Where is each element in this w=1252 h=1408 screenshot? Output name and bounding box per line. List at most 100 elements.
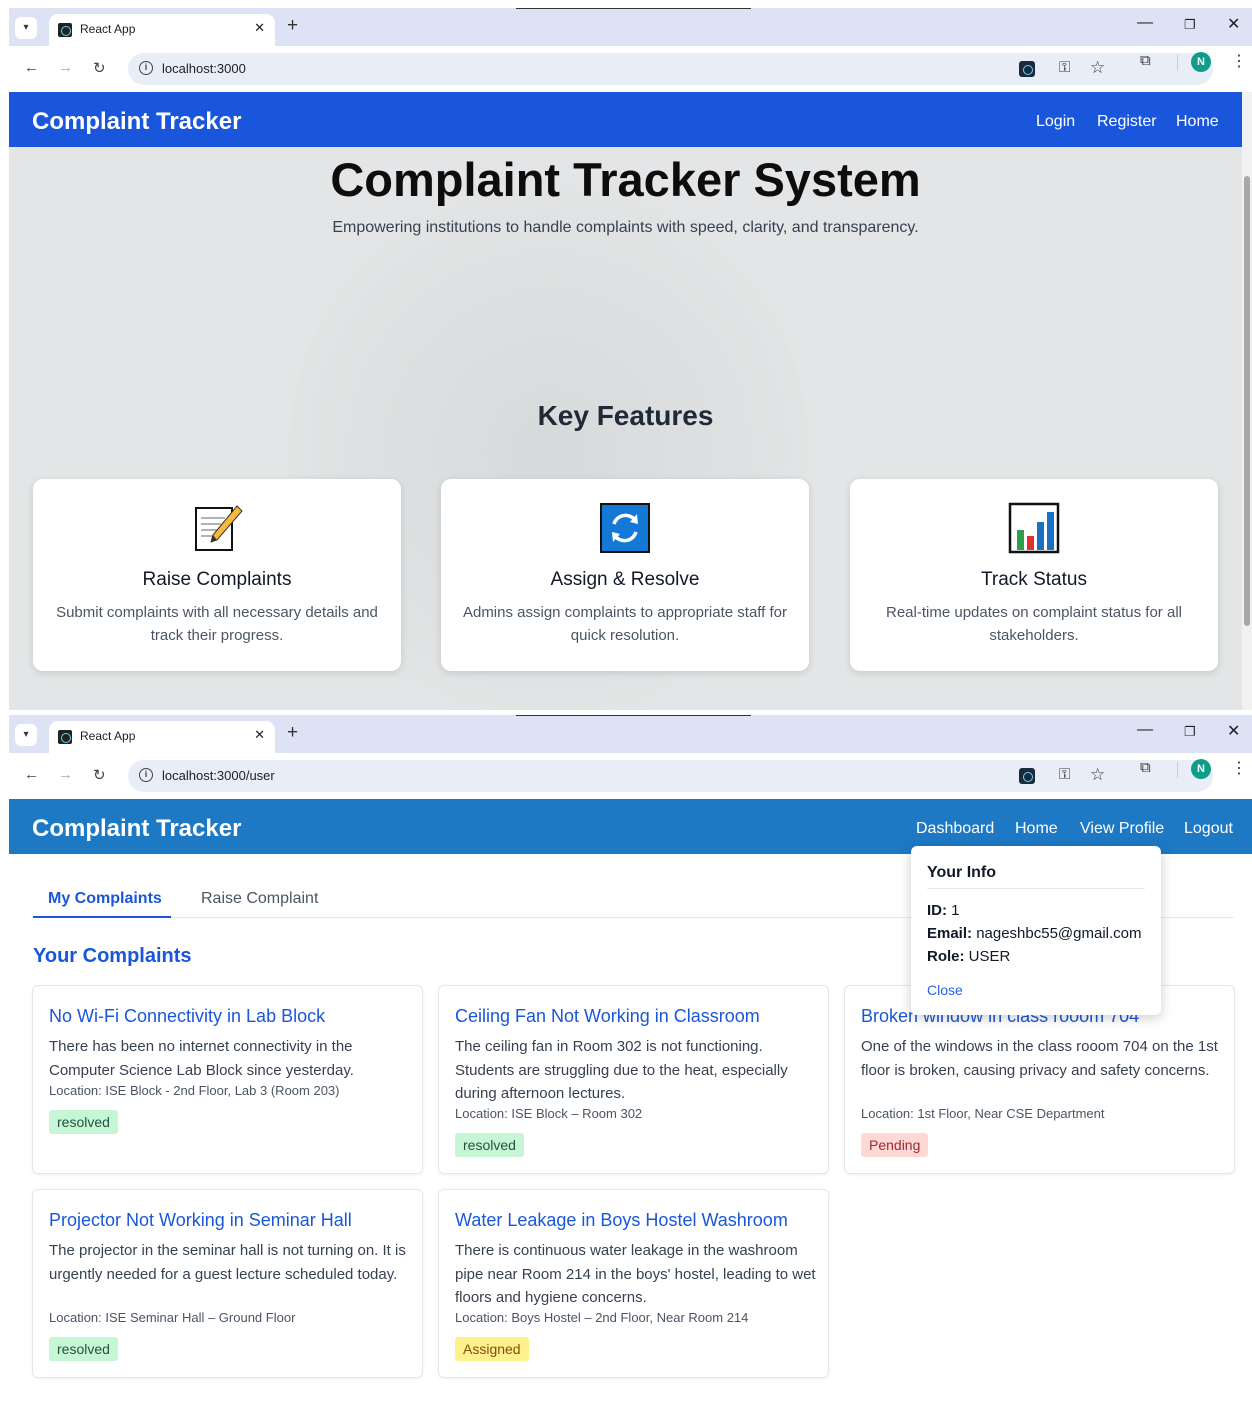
- nav-register-link[interactable]: Register: [1097, 113, 1157, 131]
- nav-login-link[interactable]: Login: [1036, 113, 1075, 131]
- bar-chart-icon: [1008, 502, 1060, 554]
- profile-avatar[interactable]: N: [1191, 52, 1211, 72]
- react-favicon-icon: [58, 730, 72, 744]
- forward-icon[interactable]: →: [58, 59, 73, 76]
- browser-menu-icon[interactable]: ⋮: [1231, 51, 1247, 71]
- back-icon[interactable]: ←: [24, 766, 39, 783]
- divider: [516, 715, 751, 716]
- complaint-description: There is continuous water leakage in the…: [455, 1242, 816, 1306]
- tab-search-dropdown-icon[interactable]: ▾: [15, 17, 37, 39]
- restore-icon[interactable]: ❐: [1184, 724, 1196, 740]
- complaint-location: Location: ISE Block - 2nd Floor, Lab 3 (…: [49, 1083, 340, 1098]
- complaint-description: There has been no internet connectivity …: [49, 1038, 354, 1079]
- profile-avatar[interactable]: N: [1191, 759, 1211, 779]
- tab-close-icon[interactable]: ✕: [254, 727, 265, 743]
- complaint-card[interactable]: Water Leakage in Boys Hostel Washroom Th…: [438, 1189, 829, 1378]
- feature-title: Raise Complaints: [142, 569, 292, 590]
- nav-view-profile-link[interactable]: View Profile: [1080, 820, 1164, 838]
- browser-tab[interactable]: React App ✕: [49, 721, 275, 753]
- reload-icon[interactable]: ↻: [93, 766, 106, 784]
- browser-tab[interactable]: React App ✕: [49, 14, 275, 46]
- complaint-card[interactable]: Projector Not Working in Seminar Hall Th…: [32, 1189, 423, 1378]
- address-bar[interactable]: i localhost:3000/user ⚿ ☆: [128, 760, 1213, 792]
- refresh-icon: [600, 503, 650, 553]
- restore-icon[interactable]: ❐: [1184, 17, 1196, 33]
- feature-title: Assign & Resolve: [550, 569, 700, 590]
- tab-search-dropdown-icon[interactable]: ▾: [15, 724, 37, 746]
- new-tab-icon[interactable]: +: [287, 15, 298, 37]
- window-close-icon[interactable]: ✕: [1227, 721, 1240, 741]
- feature-card-assign: Assign & Resolve Admins assign complaint…: [441, 479, 809, 671]
- browser-tab-strip: ▾ React App ✕ + — ❐ ✕: [9, 715, 1252, 753]
- tab-title: React App: [80, 729, 136, 743]
- scrollbar[interactable]: [1242, 92, 1252, 710]
- complaint-card[interactable]: Ceiling Fan Not Working in Classroom The…: [438, 985, 829, 1174]
- bookmark-star-icon[interactable]: ☆: [1090, 765, 1105, 785]
- screen-landing: ▾ React App ✕ + — ❐ ✕ ← → ↻ i localhost:…: [9, 8, 1252, 710]
- complaint-location: Location: Boys Hostel – 2nd Floor, Near …: [455, 1310, 749, 1325]
- complaint-title[interactable]: No Wi-Fi Connectivity in Lab Block: [49, 1006, 325, 1027]
- browser-toolbar: ← → ↻ i localhost:3000/user ⚿ ☆ ⧉ N ⋮: [9, 753, 1252, 799]
- site-info-icon[interactable]: i: [139, 768, 153, 782]
- nav-logout-link[interactable]: Logout: [1184, 820, 1233, 838]
- complaint-title[interactable]: Projector Not Working in Seminar Hall: [49, 1210, 352, 1231]
- extensions-icon[interactable]: ⧉: [1140, 759, 1151, 776]
- url-text[interactable]: localhost:3000/user: [162, 768, 275, 783]
- complaint-description: The projector in the seminar hall is not…: [49, 1242, 406, 1283]
- reload-icon[interactable]: ↻: [93, 59, 106, 77]
- landing-page: Complaint Tracker Login Register Home Co…: [9, 92, 1252, 710]
- password-key-icon[interactable]: ⚿: [1059, 766, 1070, 783]
- role-label: Role:: [927, 948, 965, 965]
- popup-close-link[interactable]: Close: [927, 982, 963, 998]
- role-value: USER: [968, 948, 1011, 965]
- nav-home-link[interactable]: Home: [1176, 113, 1219, 131]
- complaint-title[interactable]: Ceiling Fan Not Working in Classroom: [455, 1006, 760, 1027]
- url-text[interactable]: localhost:3000: [162, 61, 246, 76]
- forward-icon[interactable]: →: [58, 766, 73, 783]
- react-favicon-icon: [58, 23, 72, 37]
- profile-info-popup: Your Info ID: 1 Email: nageshbc55@gmail.…: [911, 846, 1161, 1015]
- minimize-icon[interactable]: —: [1137, 14, 1153, 32]
- complaint-card[interactable]: No Wi-Fi Connectivity in Lab Block There…: [32, 985, 423, 1174]
- minimize-icon[interactable]: —: [1137, 721, 1153, 739]
- address-bar[interactable]: i localhost:3000 ⚿ ☆: [128, 53, 1213, 85]
- react-devtools-icon[interactable]: [1019, 61, 1035, 77]
- tab-my-complaints[interactable]: My Complaints: [48, 890, 162, 908]
- window-close-icon[interactable]: ✕: [1227, 14, 1240, 34]
- browser-tab-strip: ▾ React App ✕ + — ❐ ✕: [9, 8, 1252, 46]
- brand-logo[interactable]: Complaint Tracker: [32, 108, 241, 136]
- memo-icon: [195, 505, 243, 551]
- scrollbar-thumb[interactable]: [1244, 176, 1250, 626]
- feature-description: Admins assign complaints to appropriate …: [462, 604, 788, 644]
- site-info-icon[interactable]: i: [139, 61, 153, 75]
- popup-title: Your Info: [927, 864, 997, 881]
- brand-logo[interactable]: Complaint Tracker: [32, 815, 241, 843]
- nav-home-link[interactable]: Home: [1015, 820, 1058, 838]
- bookmark-star-icon[interactable]: ☆: [1090, 58, 1105, 78]
- popup-divider: [927, 888, 1145, 889]
- navbar: Complaint Tracker Login Register Home: [9, 92, 1242, 147]
- active-tab-indicator: [33, 916, 171, 918]
- tab-close-icon[interactable]: ✕: [254, 20, 265, 36]
- status-badge: Pending: [861, 1133, 929, 1157]
- browser-toolbar: ← → ↻ i localhost:3000 ⚿ ☆ ⧉ N ⋮: [9, 46, 1252, 92]
- password-key-icon[interactable]: ⚿: [1059, 59, 1070, 76]
- browser-menu-icon[interactable]: ⋮: [1231, 758, 1247, 778]
- id-value: 1: [951, 902, 960, 919]
- profile-email-row: Email: nageshbc55@gmail.com: [927, 925, 1142, 942]
- tab-raise-complaint[interactable]: Raise Complaint: [201, 890, 318, 908]
- back-icon[interactable]: ←: [24, 59, 39, 76]
- nav-dashboard-link[interactable]: Dashboard: [916, 820, 994, 838]
- status-badge: resolved: [49, 1110, 118, 1134]
- extensions-icon[interactable]: ⧉: [1140, 52, 1151, 69]
- email-label: Email:: [927, 925, 973, 942]
- status-badge: resolved: [455, 1133, 524, 1157]
- toolbar-divider: [1177, 762, 1178, 778]
- profile-id-row: ID: 1: [927, 902, 960, 919]
- complaint-location: Location: ISE Block – Room 302: [455, 1106, 643, 1121]
- new-tab-icon[interactable]: +: [287, 722, 298, 744]
- react-devtools-icon[interactable]: [1019, 768, 1035, 784]
- complaint-location: Location: ISE Seminar Hall – Ground Floo…: [49, 1310, 296, 1325]
- feature-card-track: Track Status Real-time updates on compla…: [850, 479, 1218, 671]
- complaint-title[interactable]: Water Leakage in Boys Hostel Washroom: [455, 1210, 788, 1231]
